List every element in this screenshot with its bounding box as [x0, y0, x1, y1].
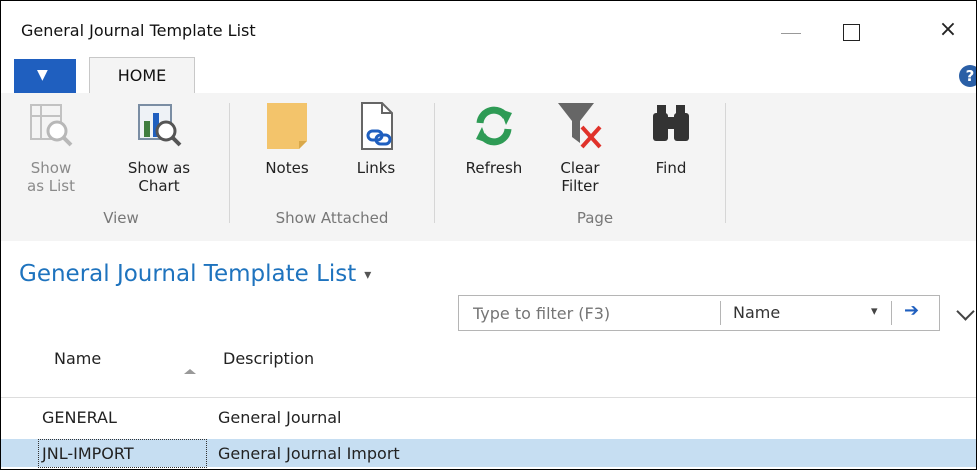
notes-button[interactable]: Notes — [252, 101, 322, 177]
cell-name: GENERAL — [42, 408, 117, 427]
table-row-selected[interactable]: JNL-IMPORT General Journal Import — [1, 439, 976, 468]
page-title-text: General Journal Template List — [19, 261, 357, 287]
arrow-right-icon[interactable]: ➔ — [904, 300, 919, 321]
refresh-icon — [470, 101, 518, 151]
list-view-icon — [27, 101, 75, 151]
title-bar: General Journal Template List × — [1, 1, 976, 53]
group-separator — [725, 103, 726, 223]
refresh-label: Refresh — [465, 159, 523, 177]
notes-icon — [263, 101, 311, 151]
tab-home[interactable]: HOME — [89, 57, 195, 95]
show-as-list-button[interactable]: Show as List — [19, 101, 83, 195]
group-separator — [229, 103, 230, 223]
refresh-button[interactable]: Refresh — [451, 101, 537, 177]
filter-separator — [720, 301, 721, 325]
filter-separator — [891, 301, 892, 325]
notes-label: Notes — [265, 159, 309, 177]
sort-ascending-icon — [184, 369, 196, 374]
minimize-button[interactable] — [769, 15, 813, 45]
window: General Journal Template List × ▼ HOME ?… — [0, 0, 977, 470]
page-title: General Journal Template List ▾ — [19, 261, 371, 287]
group-label-view: View — [103, 209, 139, 227]
group-label-show-attached: Show Attached — [275, 209, 389, 227]
close-button[interactable]: × — [926, 15, 970, 45]
find-button[interactable]: Find — [638, 101, 704, 177]
find-label: Find — [655, 159, 687, 177]
links-label: Links — [356, 159, 396, 177]
cell-name: JNL-IMPORT — [42, 444, 134, 463]
maximize-button[interactable] — [829, 15, 873, 45]
binoculars-icon — [647, 101, 695, 151]
links-icon — [352, 101, 400, 151]
group-label-page: Page — [576, 209, 614, 227]
show-as-list-label-2: as List — [27, 177, 75, 195]
app-menu-button[interactable]: ▼ — [14, 59, 76, 93]
column-header-name[interactable]: Name — [54, 349, 101, 368]
cell-description: General Journal — [218, 408, 342, 427]
clear-filter-label-1: Clear — [560, 159, 600, 177]
clear-filter-label-2: Filter — [561, 177, 599, 195]
chart-view-icon — [135, 101, 183, 151]
group-separator — [434, 103, 435, 223]
ribbon: Show as List Show as Chart View Notes Li… — [1, 93, 976, 241]
show-as-list-label-1: Show — [30, 159, 72, 177]
column-header-description[interactable]: Description — [223, 349, 314, 368]
table-row[interactable]: GENERAL General Journal — [1, 403, 976, 431]
dropdown-arrow-icon: ▼ — [37, 67, 48, 83]
show-as-chart-label-1: Show as — [127, 159, 191, 177]
filter-input[interactable] — [459, 296, 715, 330]
show-as-chart-button[interactable]: Show as Chart — [111, 101, 207, 195]
chevron-down-icon[interactable]: ▾ — [871, 304, 878, 319]
clear-filter-button[interactable]: Clear Filter — [547, 101, 613, 195]
header-divider — [1, 397, 976, 398]
help-icon[interactable]: ? — [959, 65, 976, 87]
filter-bar: Name ▾ ➔ — [458, 295, 940, 331]
filter-field-select[interactable]: Name — [733, 303, 780, 322]
window-title: General Journal Template List — [21, 21, 256, 40]
links-button[interactable]: Links — [341, 101, 411, 177]
clear-filter-icon — [556, 101, 604, 151]
title-menu-caret-icon[interactable]: ▾ — [364, 267, 371, 283]
collapse-chevron-icon[interactable] — [956, 302, 975, 321]
ribbon-tabs: ▼ HOME ? — [1, 53, 976, 95]
cell-description: General Journal Import — [218, 444, 400, 463]
show-as-chart-label-2: Chart — [138, 177, 180, 195]
